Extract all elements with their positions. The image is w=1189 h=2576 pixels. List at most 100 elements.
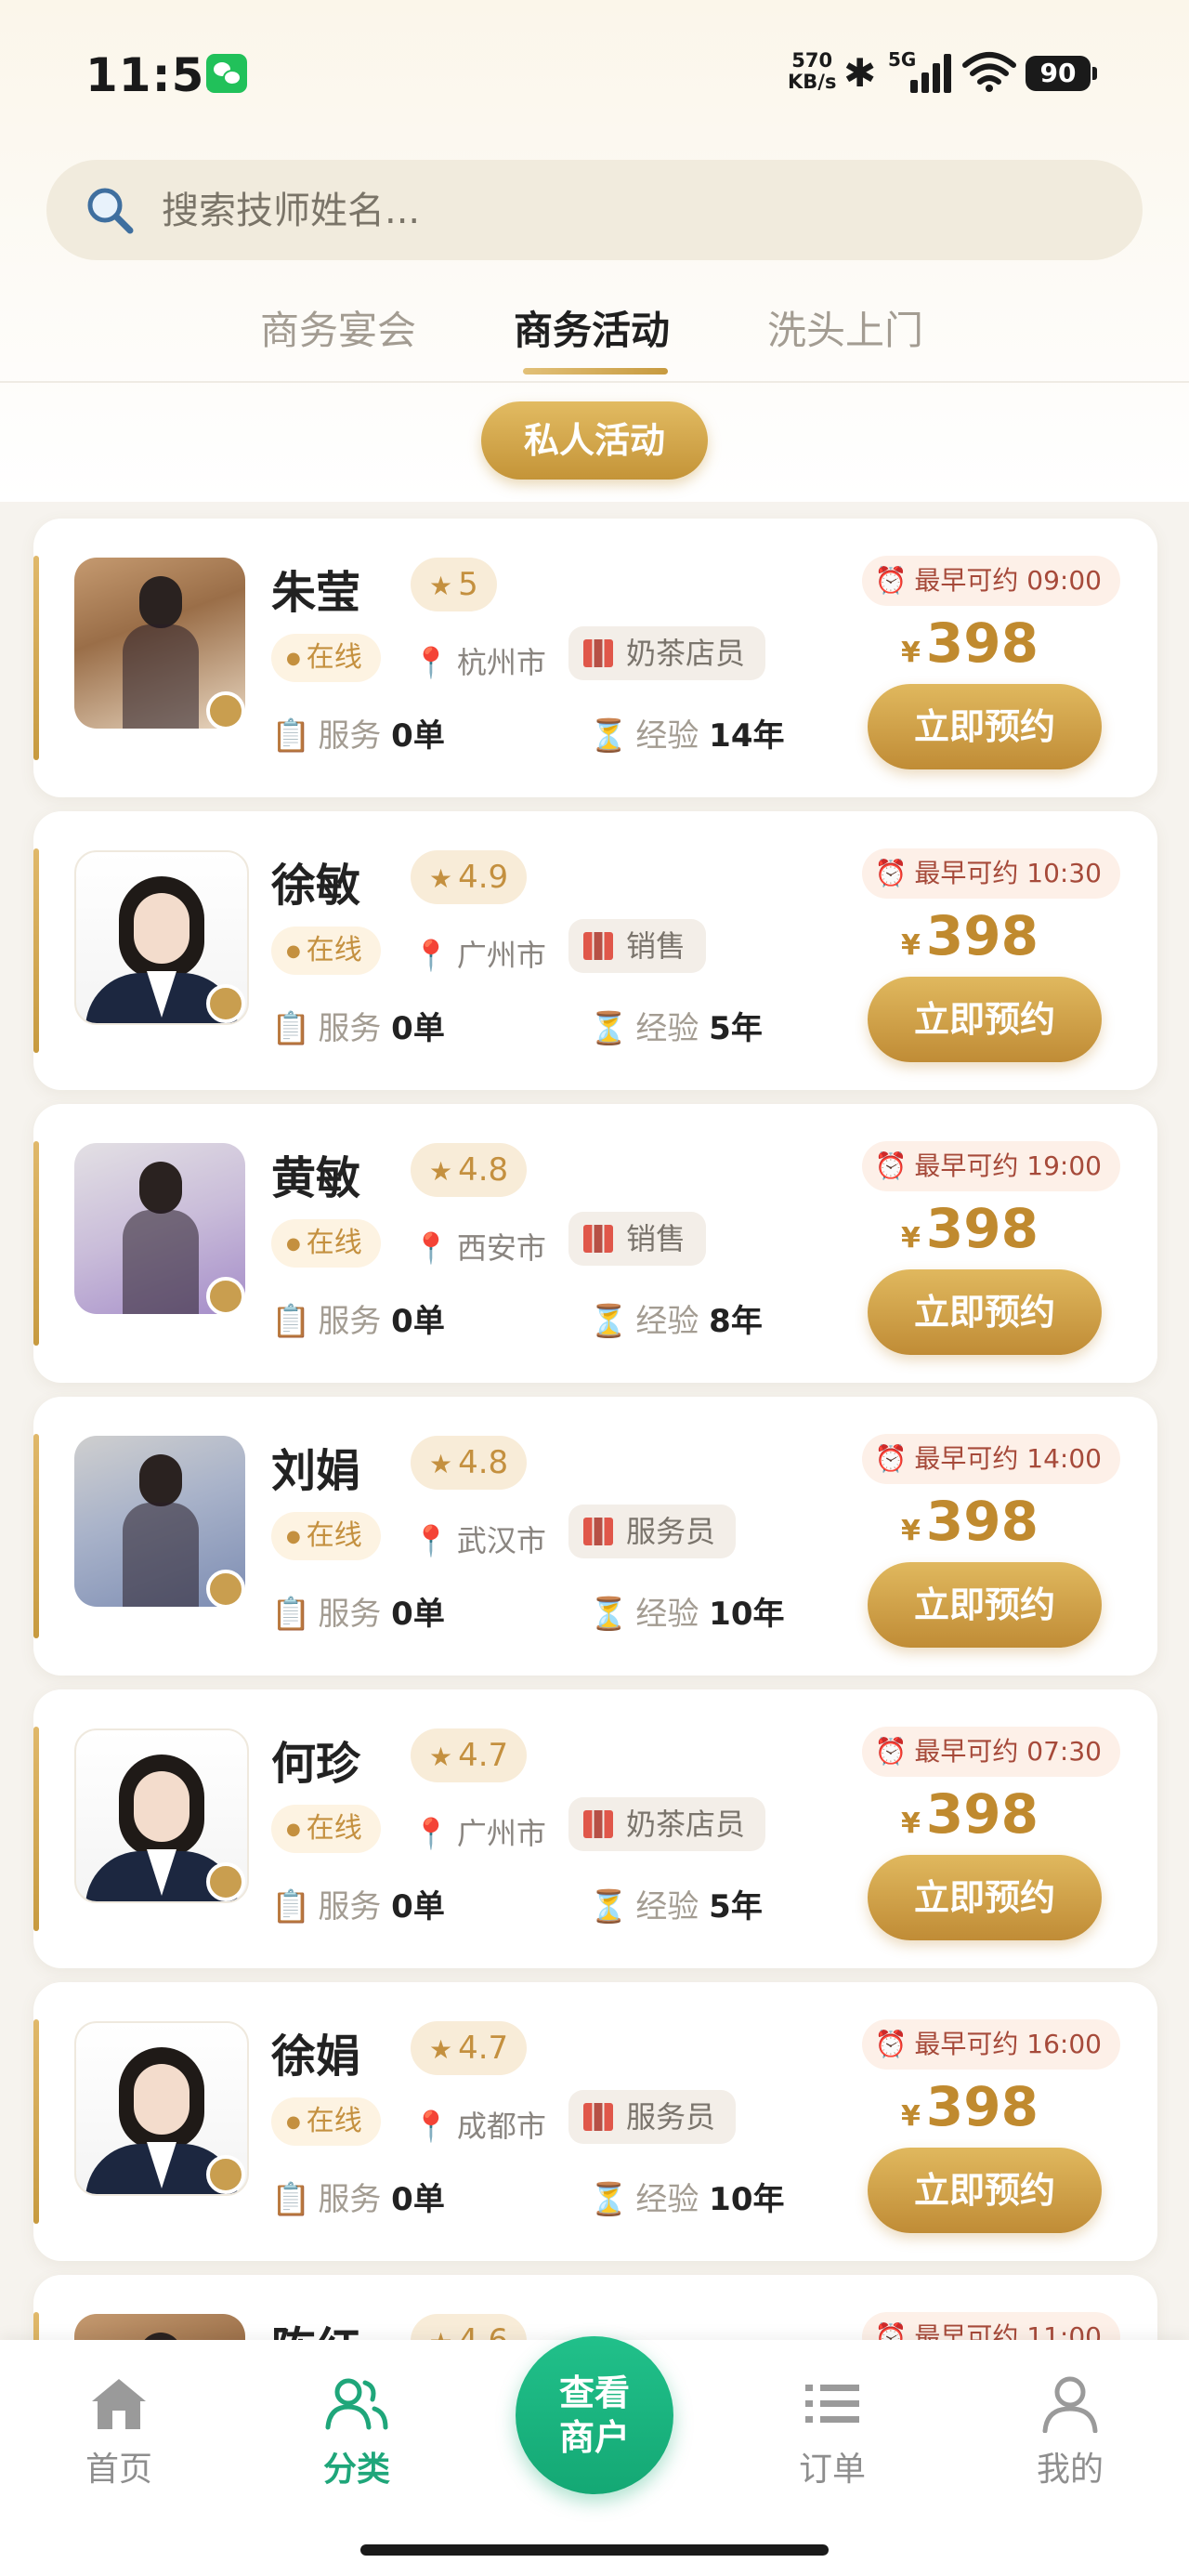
job-tag: 服务员	[568, 2090, 737, 2144]
card-accent-bar	[33, 848, 39, 1053]
tab-divider	[0, 381, 1189, 383]
online-badge: 在线	[271, 1512, 381, 1560]
technician-card[interactable]: 陈红★4.6在线📍📋服务 ⏳经验 ⏰最早可约 11:00¥立即预约	[33, 2275, 1157, 2342]
technician-card[interactable]: 徐敏★4.9在线📍广州市销售📋服务 0单⏳经验 5年⏰最早可约 10:30¥39…	[33, 811, 1157, 1090]
earliest-available: ⏰ 最早可约 09:00	[861, 556, 1120, 606]
currency-symbol: ¥	[901, 2100, 921, 2133]
currency-symbol: ¥	[901, 1807, 921, 1840]
hourglass-icon: ⏳	[589, 2181, 629, 2218]
service-orders: 0单	[391, 1596, 445, 1633]
experience: ⏳ 经验 14年	[589, 710, 784, 756]
clipboard-icon: 📋	[271, 2181, 311, 2218]
technician-card[interactable]: 黄敏 ★4.8 在线 📍西安市 销售 📋服务 0单 ⏳经验 8年 ⏰最早可约 19:00 ¥39…	[33, 1104, 1157, 1383]
tab-business-banquet[interactable]: 商务宴会	[260, 299, 416, 356]
earliest-label: 最早可约	[914, 1736, 1019, 1767]
alarm-clock-icon: ⏰	[874, 2321, 908, 2342]
rating-value: 4.7	[458, 2030, 509, 2067]
view-merchant-button[interactable]: 查看 商户	[516, 2336, 673, 2494]
subtab-private-activity[interactable]: 私人活动	[481, 401, 708, 480]
rating-badge: ★ 4.7	[411, 1728, 528, 1782]
experience-years: 10年	[709, 2181, 785, 2218]
earliest-time: 09:00	[1026, 565, 1102, 596]
book-now-button[interactable]: 立即预约	[868, 977, 1102, 1062]
experience-label: 经验	[635, 2181, 699, 2218]
technician-card[interactable]: 朱莹★5在线📍杭州市奶茶店员📋服务 0单⏳经验 14年⏰最早可约 09:00¥3…	[33, 519, 1157, 797]
clipboard-icon: 📋	[271, 1888, 311, 1925]
status-bar: 11:53 570 KB/s ✱ 5G 90	[0, 0, 1189, 149]
building-icon	[583, 932, 613, 960]
alarm-clock-icon: ⏰	[874, 1443, 908, 1474]
tab-business-activity[interactable]: 商务活动	[514, 299, 670, 356]
nav-home[interactable]: 首页	[45, 2373, 193, 2491]
online-badge: 在线	[271, 1805, 381, 1853]
earliest-available: ⏰ 最早可约 16:00	[861, 2019, 1120, 2070]
technician-name: 刘娟	[271, 1445, 361, 1497]
technician-list[interactable]: 朱莹★5在线📍杭州市奶茶店员📋服务 0单⏳经验 14年⏰最早可约 09:00¥3…	[0, 502, 1189, 2342]
search-input[interactable]	[160, 160, 1092, 262]
tab-home-hair-wash[interactable]: 洗头上门	[767, 299, 923, 356]
hourglass-icon: ⏳	[589, 1303, 629, 1340]
star-icon: ★	[429, 1741, 453, 1772]
price-value: 398	[925, 1782, 1039, 1846]
earliest-label: 最早可约	[914, 1443, 1019, 1474]
online-badge: 在线	[271, 634, 381, 682]
location: 📍 武汉市	[412, 1518, 546, 1560]
location-pin-icon: 📍	[412, 2109, 450, 2144]
service-label: 服务	[318, 717, 382, 755]
book-now-button[interactable]: 立即预约	[868, 2148, 1102, 2233]
rating-badge: ★ 4.8	[411, 1436, 528, 1490]
city: 武汉市	[456, 1523, 546, 1558]
price-value: 398	[925, 1490, 1039, 1553]
online-status-dot	[206, 2155, 245, 2194]
book-now-button[interactable]: 立即预约	[868, 1855, 1102, 1940]
signal-icon	[903, 52, 953, 93]
city: 成都市	[456, 2109, 546, 2144]
location-pin-icon: 📍	[412, 1523, 450, 1558]
view-merchant-line1: 查看	[558, 2372, 630, 2413]
technician-card[interactable]: 徐娟★4.7在线📍成都市服务员📋服务 0单⏳经验 10年⏰最早可约 16:00¥…	[33, 1982, 1157, 2261]
job-tag: 奶茶店员	[568, 626, 766, 680]
online-status-dot	[206, 1570, 245, 1609]
price: ¥398	[901, 1197, 1039, 1260]
earliest-label: 最早可约	[914, 858, 1019, 888]
experience: ⏳ 经验 10年	[589, 1588, 784, 1634]
technician-card[interactable]: 刘娟 ★4.8 在线 📍武汉市 服务员 📋服务 0单 ⏳经验 10年 ⏰最早可约 14:00 ¥…	[33, 1397, 1157, 1676]
user-icon	[1042, 2376, 1098, 2434]
battery-indicator: 90	[1026, 56, 1097, 91]
technician-name: 何珍	[271, 1738, 361, 1790]
price-value: 398	[925, 904, 1039, 967]
nav-orders-label: 订单	[798, 2451, 866, 2489]
star-icon: ★	[429, 1156, 453, 1187]
book-now-button[interactable]: 立即预约	[868, 1562, 1102, 1648]
technician-card[interactable]: 何珍★4.7在线📍广州市奶茶店员📋服务 0单⏳经验 5年⏰最早可约 07:30¥…	[33, 1689, 1157, 1968]
price: ¥398	[901, 904, 1039, 967]
search-bar[interactable]	[46, 160, 1143, 262]
earliest-available: ⏰ 最早可约 10:30	[861, 848, 1120, 899]
book-now-button[interactable]: 立即预约	[868, 1269, 1102, 1355]
experience: ⏳ 经验 5年	[589, 1881, 763, 1926]
building-icon	[583, 1810, 613, 1838]
service-label: 服务	[318, 1303, 382, 1340]
rating-badge: ★ 5	[411, 558, 497, 611]
price: ¥398	[901, 2075, 1039, 2138]
book-now-button[interactable]: 立即预约	[868, 684, 1102, 769]
location: 📍 广州市	[412, 1810, 546, 1853]
nav-category[interactable]: 分类	[282, 2373, 431, 2491]
rating-badge: ★ 4.8	[411, 1143, 528, 1197]
technician-avatar[interactable]	[74, 2314, 245, 2342]
wechat-icon	[206, 54, 247, 93]
rating-value: 4.7	[458, 1737, 509, 1774]
job-title: 奶茶店员	[626, 636, 746, 671]
nav-mine[interactable]: 我的	[996, 2373, 1144, 2491]
earliest-available: ⏰ 最早可约 07:30	[861, 1727, 1120, 1777]
service-orders: 0单	[391, 1888, 445, 1925]
nav-home-label: 首页	[85, 2451, 152, 2489]
service-label: 服务	[318, 1596, 382, 1633]
card-accent-bar	[33, 1434, 39, 1638]
online-badge: 在线	[271, 2097, 381, 2146]
service-count: 📋 服务 0单	[271, 710, 445, 756]
nav-orders[interactable]: 订单	[758, 2373, 907, 2491]
job-title: 服务员	[626, 2099, 716, 2135]
technician-name: 黄敏	[271, 1152, 361, 1204]
earliest-time: 19:00	[1026, 1150, 1102, 1181]
